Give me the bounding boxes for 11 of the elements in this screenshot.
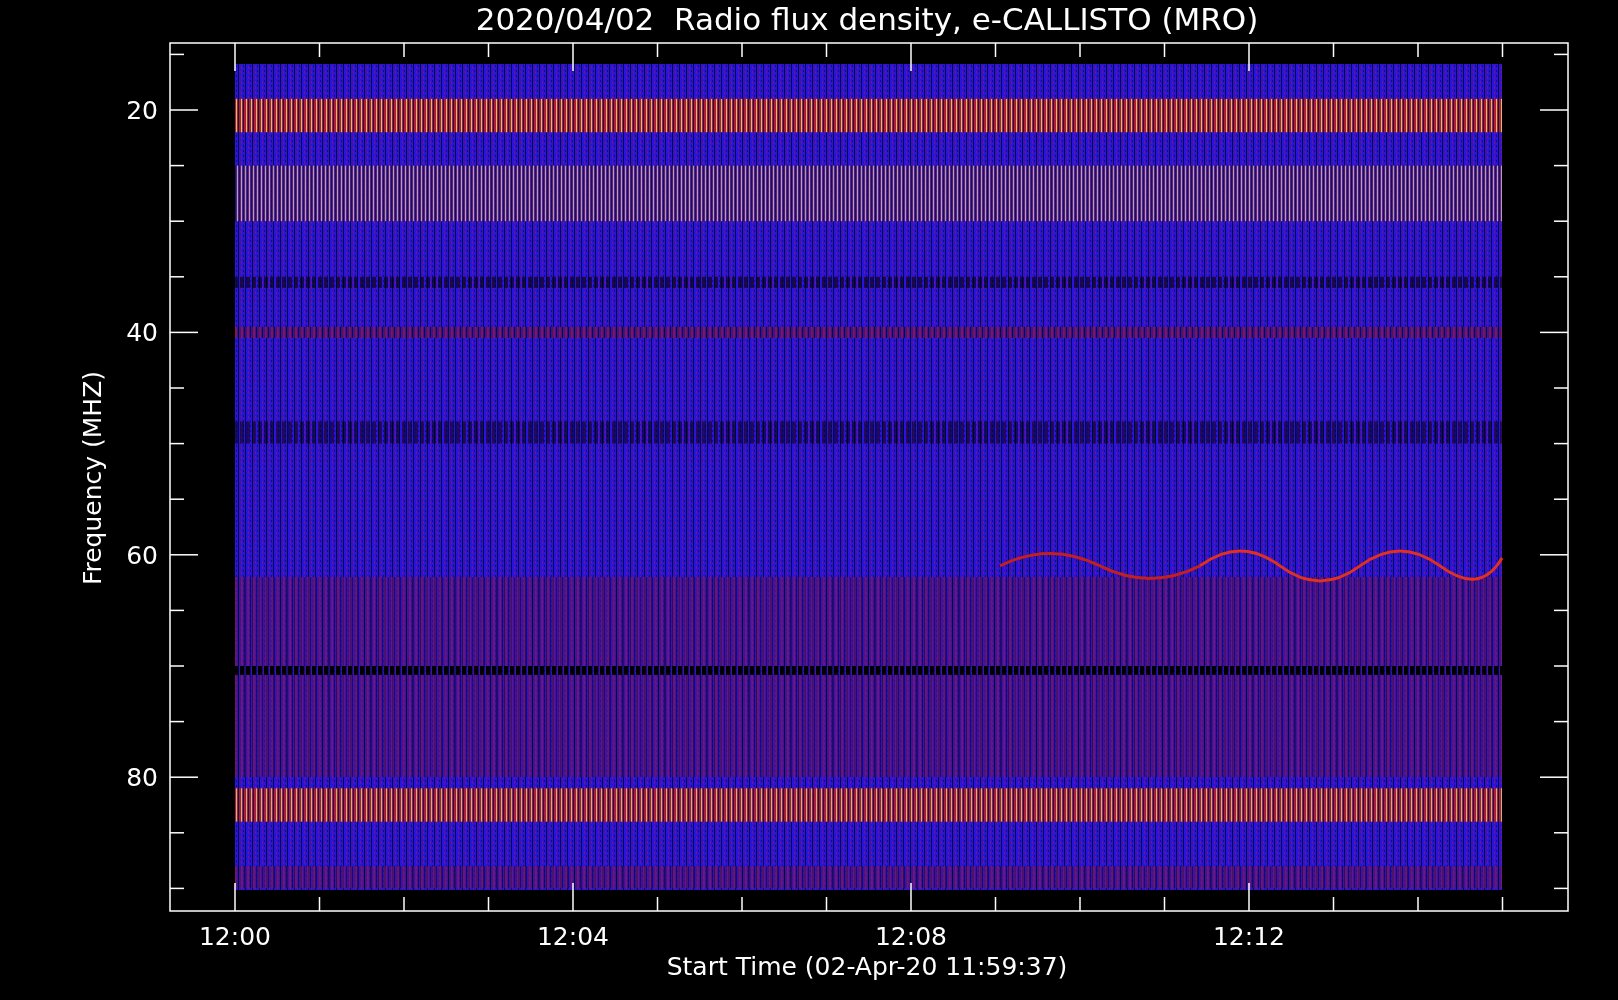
y-tick-label: 20 — [126, 96, 158, 125]
y-tick-label: 40 — [126, 318, 158, 348]
y-axis-label: Frequency (MHZ) — [78, 370, 107, 586]
x-tick-label: 12:08 — [875, 922, 947, 951]
x-tick-label: 12:12 — [1213, 922, 1285, 951]
chart-title: 2020/04/02 Radio flux density, e-CALLISTO (MRO) — [475, 1, 1259, 37]
y-tick-label: 80 — [126, 763, 158, 793]
x-axis-label: Start Time (02-Apr-20 11:59:37) — [666, 952, 1068, 981]
x-tick-label: 12:00 — [199, 922, 271, 951]
x-tick-label: 12:04 — [537, 922, 609, 951]
y-tick-label: 60 — [126, 540, 158, 570]
